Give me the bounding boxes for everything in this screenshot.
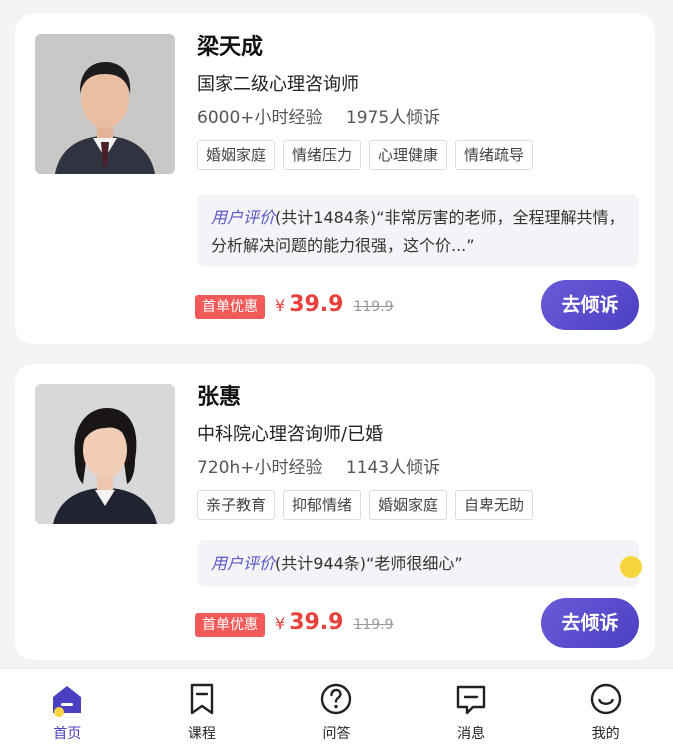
review-label: 用户评价 [211,554,276,573]
review-count: (共计944条) [275,554,367,573]
currency-symbol: ¥ [275,614,286,633]
avatar [35,384,175,524]
experience-hours: 6000+小时经验 [197,108,323,128]
counselor-stats: 6000+小时经验 1975人倾诉 [197,106,639,130]
promo-badge: 首单优惠 [195,613,265,637]
counselor-name: 张惠 [197,385,242,410]
tab-label: 问答 [322,726,351,742]
counselor-card[interactable]: 张惠 中科院心理咨询师/已婚 720h+小时经验 1143人倾诉 亲子教育 抑郁… [15,364,655,660]
specialty-tag: 心理健康 [369,140,448,170]
review-box[interactable]: 用户评价(共计944条)“老师很细心” [197,540,639,586]
counselor-name: 梁天成 [197,35,264,60]
specialty-tag: 情绪疏导 [455,140,534,170]
smile-icon [590,683,621,715]
tab-label: 课程 [187,726,216,742]
specialty-tag: 抑郁情绪 [283,490,362,520]
price-row: 首单优惠 ¥ 39.9 119.9 [195,292,394,319]
listener-count: 1975人倾诉 [345,108,441,128]
tab-label: 消息 [457,726,486,742]
counselor-stats: 720h+小时经验 1143人倾诉 [197,456,639,480]
specialty-tag: 自卑无助 [455,490,534,520]
tab-messages[interactable]: 消息 [404,669,539,750]
price-row: 首单优惠 ¥ 39.9 119.9 [195,610,394,637]
currency-symbol: ¥ [275,296,286,315]
consult-button[interactable]: 去倾诉 [541,280,639,330]
tab-label: 我的 [591,726,620,742]
price: 39.9 [289,610,344,635]
message-icon [456,685,486,715]
counselor-info: 张惠 中科院心理咨询师/已婚 720h+小时经验 1143人倾诉 亲子教育 抑郁… [197,382,639,520]
original-price: 119.9 [353,299,394,315]
counselor-info: 梁天成 国家二级心理咨询师 6000+小时经验 1975人倾诉 婚姻家庭 情绪压… [197,32,639,170]
bottom-tab-bar: 首页 课程 问答 消息 我的 [0,668,673,750]
avatar [35,34,175,174]
tab-profile[interactable]: 我的 [538,669,673,750]
specialty-tag: 亲子教育 [197,490,276,520]
specialty-tag: 婚姻家庭 [197,140,276,170]
bookmark-icon [190,683,214,715]
specialty-tags: 婚姻家庭 情绪压力 心理健康 情绪疏导 [197,140,639,170]
specialty-tag: 情绪压力 [283,140,362,170]
experience-hours: 720h+小时经验 [197,458,323,478]
tab-label: 首页 [53,726,82,742]
original-price: 119.9 [353,617,394,633]
counselor-title: 国家二级心理咨询师 [197,74,359,95]
review-text: “老师很细心” [366,554,463,573]
price: 39.9 [289,292,344,317]
tab-courses[interactable]: 课程 [135,669,270,750]
question-icon [321,683,352,715]
counselor-card[interactable]: 梁天成 国家二级心理咨询师 6000+小时经验 1975人倾诉 婚姻家庭 情绪压… [15,14,655,344]
touch-indicator-dot [620,556,642,578]
consult-button[interactable]: 去倾诉 [541,598,639,648]
counselor-title: 中科院心理咨询师/已婚 [197,424,384,445]
review-label: 用户评价 [211,208,276,227]
specialty-tags: 亲子教育 抑郁情绪 婚姻家庭 自卑无助 [197,490,639,520]
promo-badge: 首单优惠 [195,295,265,319]
specialty-tag: 婚姻家庭 [369,490,448,520]
home-icon [53,686,82,717]
review-count: (共计1484条) [275,208,377,227]
listener-count: 1143人倾诉 [345,458,441,478]
tab-home[interactable]: 首页 [0,669,135,750]
review-box[interactable]: 用户评价(共计1484条)“非常厉害的老师，全程理解共情，分析解决问题的能力很强… [197,194,639,266]
tab-qa[interactable]: 问答 [269,669,404,750]
